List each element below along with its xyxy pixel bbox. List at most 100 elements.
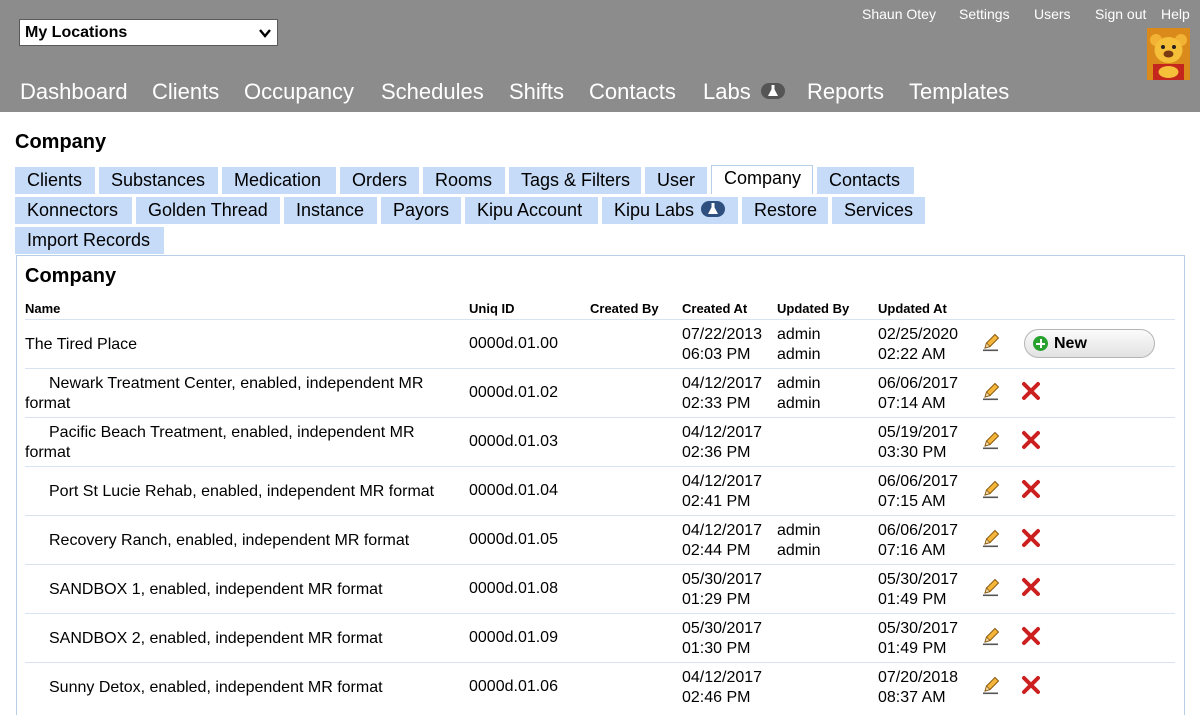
created-date: 04/12/2017 [682,669,763,686]
delete-x-icon[interactable] [1021,577,1041,597]
tab-company[interactable]: Company [711,165,813,194]
company-name: Pacific Beach Treatment, enabled, indepe… [25,424,415,461]
col-header-uniq-id[interactable]: Uniq ID [469,301,515,316]
delete-x-icon[interactable] [1021,528,1041,548]
pencil-icon[interactable] [981,430,1001,450]
updated-time: 02:22 AM [878,346,946,363]
updated-by-line1: admin [777,326,821,343]
created-time: 01:29 PM [682,591,751,608]
tab-services[interactable]: Services [832,197,925,224]
delete-x-icon[interactable] [1021,479,1041,499]
table-row: SANDBOX 1, enabled, independent MR forma… [25,564,1175,613]
help-link[interactable]: Help [1161,6,1190,22]
nav-occupancy[interactable]: Occupancy [244,79,354,105]
nav-contacts[interactable]: Contacts [589,79,676,105]
updated-date: 07/20/2018 [878,669,959,686]
tab-rooms[interactable]: Rooms [423,167,505,194]
col-header-updated-at[interactable]: Updated At [878,301,947,316]
uniq-id: 0000d.01.09 [469,629,558,646]
pencil-icon[interactable] [981,626,1001,646]
nav-labs-label: Labs [703,79,751,104]
delete-x-icon[interactable] [1021,626,1041,646]
created-date: 07/22/2013 [682,326,763,343]
created-time: 02:36 PM [682,444,751,461]
flask-icon [708,203,719,215]
tab-orders[interactable]: Orders [340,167,419,194]
pencil-icon[interactable] [981,528,1001,548]
tab-user[interactable]: User [645,167,707,194]
tab-kipu-labs[interactable]: Kipu Labs [602,197,738,224]
nav-shifts[interactable]: Shifts [509,79,564,105]
company-name: SANDBOX 2, enabled, independent MR forma… [49,630,383,647]
main-nav: Dashboard Clients Occupancy Schedules Sh… [0,79,1200,109]
table-row: Recovery Ranch, enabled, independent MR … [25,515,1175,564]
delete-x-icon[interactable] [1021,675,1041,695]
uniq-id: 0000d.01.06 [469,678,558,695]
tab-instance[interactable]: Instance [284,197,377,224]
tab-import-records[interactable]: Import Records [15,227,164,254]
company-name: Port St Lucie Rehab, enabled, independen… [49,483,435,500]
pencil-icon[interactable] [981,332,1001,352]
user-name-link[interactable]: Shaun Otey [862,6,936,22]
tab-clients[interactable]: Clients [15,167,95,194]
updated-at: 06/06/2017 07:15 AM [878,472,958,512]
settings-link[interactable]: Settings [959,6,1010,22]
new-button[interactable]: New [1024,329,1155,358]
updated-date: 05/30/2017 [878,620,959,637]
location-select[interactable]: My Locations [19,19,278,46]
col-header-name[interactable]: Name [25,301,60,316]
nav-reports[interactable]: Reports [807,79,884,105]
created-time: 02:44 PM [682,542,751,559]
nav-clients[interactable]: Clients [152,79,219,105]
flask-badge [760,83,785,100]
tab-konnectors[interactable]: Konnectors [15,197,132,224]
tab-kipu-account[interactable]: Kipu Account [465,197,598,224]
tab-contacts[interactable]: Contacts [817,167,914,194]
company-name: Recovery Ranch, enabled, independent MR … [49,532,410,549]
delete-x-icon[interactable] [1021,430,1041,450]
pencil-icon[interactable] [981,577,1001,597]
delete-x-icon[interactable] [1021,381,1041,401]
nav-labs[interactable]: Labs [703,79,785,105]
tab-restore[interactable]: Restore [742,197,828,224]
pencil-icon[interactable] [981,381,1001,401]
col-header-created-at[interactable]: Created At [682,301,747,316]
tab-kipu-labs-label: Kipu Labs [614,200,695,220]
bear-avatar-icon [1147,28,1190,80]
uniq-id: 0000d.01.04 [469,482,558,499]
nav-schedules[interactable]: Schedules [381,79,484,105]
created-at: 04/12/2017 02:41 PM [682,472,762,512]
col-header-updated-by[interactable]: Updated By [777,301,849,316]
updated-time: 08:37 AM [878,689,946,706]
panel-title: Company [25,265,117,287]
updated-by: admin admin [777,374,821,414]
nav-dashboard[interactable]: Dashboard [20,79,128,105]
created-date: 05/30/2017 [682,620,763,637]
created-at: 04/12/2017 02:46 PM [682,668,762,708]
tab-tags-filters[interactable]: Tags & Filters [509,167,641,194]
pencil-icon[interactable] [981,479,1001,499]
updated-time: 03:30 PM [878,444,947,461]
created-at: 05/30/2017 01:30 PM [682,619,762,659]
tab-medication[interactable]: Medication [222,167,336,194]
tab-golden-thread[interactable]: Golden Thread [136,197,280,224]
created-date: 05/30/2017 [682,571,763,588]
page-title: Company [15,131,107,153]
created-time: 01:30 PM [682,640,751,657]
company-name: The Tired Place [25,336,138,353]
pencil-icon[interactable] [981,675,1001,695]
avatar[interactable] [1147,28,1190,80]
tab-payors[interactable]: Payors [381,197,461,224]
updated-by-line1: admin [777,522,821,539]
table-row: Sunny Detox, enabled, independent MR for… [25,662,1175,711]
col-header-created-by[interactable]: Created By [590,301,659,316]
tab-substances[interactable]: Substances [99,167,218,194]
uniq-id: 0000d.01.02 [469,384,558,401]
created-date: 04/12/2017 [682,375,763,392]
plus-circle-icon [1033,336,1048,351]
users-link[interactable]: Users [1034,6,1071,22]
updated-date: 06/06/2017 [878,473,959,490]
sign-out-link[interactable]: Sign out [1095,6,1146,22]
nav-templates[interactable]: Templates [909,79,1009,105]
updated-time: 01:49 PM [878,591,947,608]
